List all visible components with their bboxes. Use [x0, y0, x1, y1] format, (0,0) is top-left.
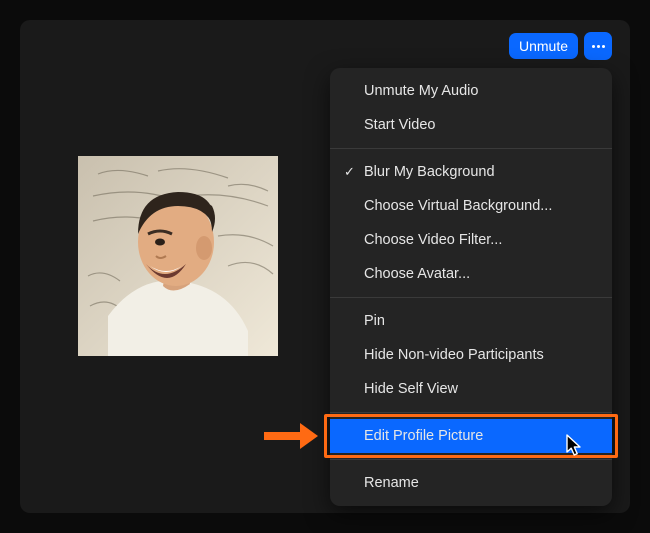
menu-item-rename[interactable]: Rename — [330, 466, 612, 500]
unmute-button[interactable]: Unmute — [509, 33, 578, 59]
menu-item-pin[interactable]: Pin — [330, 304, 612, 338]
profile-picture — [78, 156, 278, 356]
tile-controls: Unmute — [509, 32, 612, 60]
callout-arrow-icon — [264, 423, 318, 449]
menu-item-hide-non-video-participants[interactable]: Hide Non-video Participants — [330, 338, 612, 372]
video-tile: Unmute — [20, 20, 630, 513]
context-menu: Unmute My AudioStart Video Blur My Backgr… — [330, 68, 612, 506]
ellipsis-icon — [592, 45, 595, 48]
menu-item-blur-my-background[interactable]: Blur My Background — [330, 155, 612, 189]
menu-item-unmute-my-audio[interactable]: Unmute My Audio — [330, 74, 612, 108]
menu-separator — [330, 297, 612, 298]
menu-item-choose-video-filter[interactable]: Choose Video Filter... — [330, 223, 612, 257]
menu-separator — [330, 459, 612, 460]
menu-item-hide-self-view[interactable]: Hide Self View — [330, 372, 612, 406]
menu-item-edit-profile-picture[interactable]: Edit Profile Picture — [330, 419, 612, 453]
menu-item-start-video[interactable]: Start Video — [330, 108, 612, 142]
menu-item-choose-avatar[interactable]: Choose Avatar... — [330, 257, 612, 291]
menu-item-choose-virtual-background[interactable]: Choose Virtual Background... — [330, 189, 612, 223]
more-options-button[interactable] — [584, 32, 612, 60]
menu-separator — [330, 148, 612, 149]
menu-separator — [330, 412, 612, 413]
